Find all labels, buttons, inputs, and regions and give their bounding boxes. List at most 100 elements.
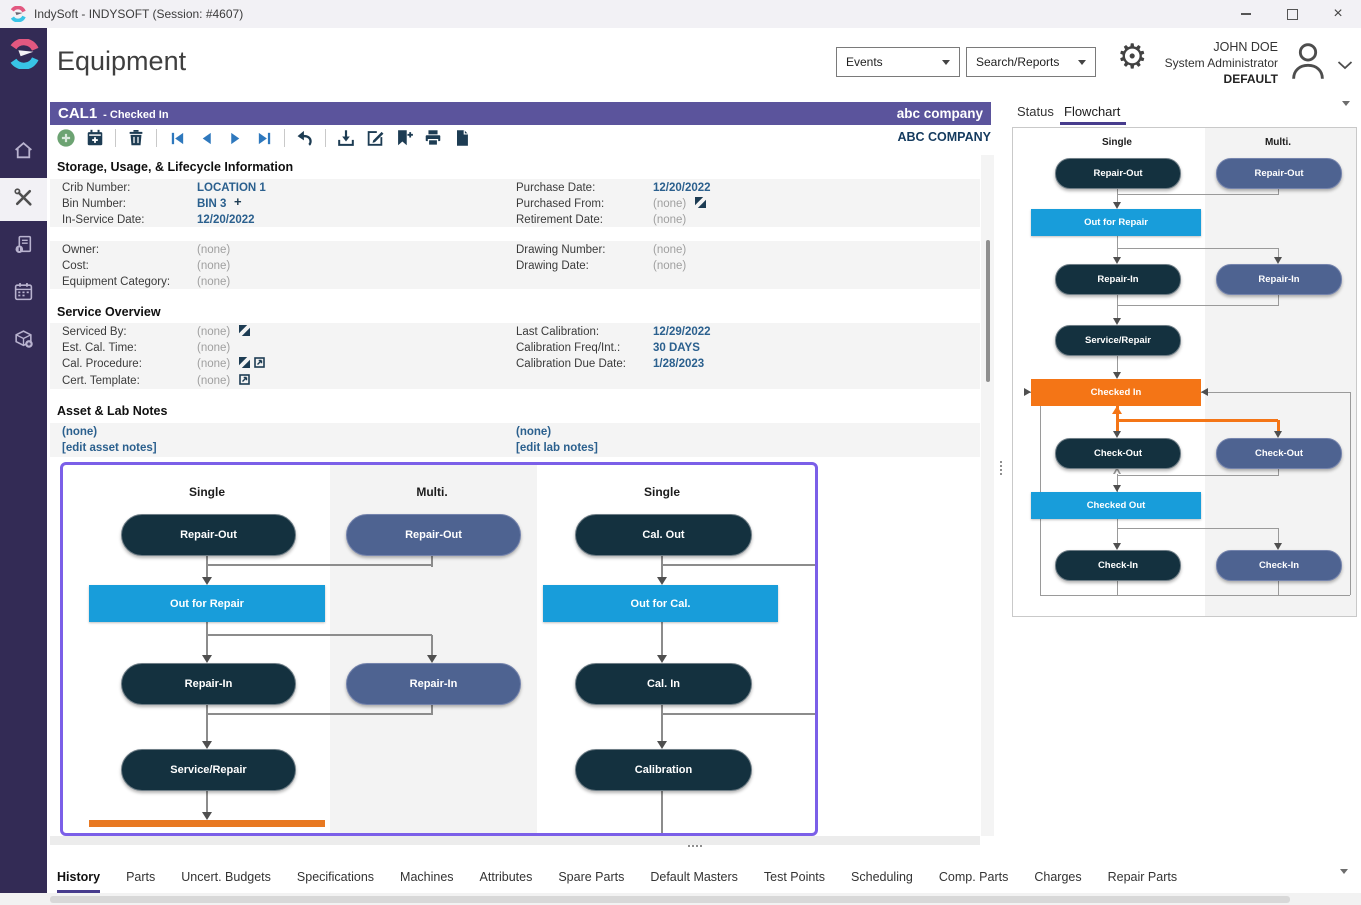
add-record-icon[interactable] <box>55 127 77 149</box>
node-check-in-single[interactable]: Check-In <box>1055 550 1181 581</box>
user-menu-chevron-icon[interactable] <box>1337 57 1353 75</box>
field-label: Calibration Due Date: <box>516 357 626 371</box>
tab-overflow-chevron-icon[interactable] <box>1340 869 1348 874</box>
purchased-from-value: (none) <box>653 197 686 211</box>
tab-specifications[interactable]: Specifications <box>297 862 374 890</box>
node-out-for-cal[interactable]: Out for Cal. <box>543 585 778 622</box>
tab-repair-parts[interactable]: Repair Parts <box>1108 862 1177 890</box>
tab-default-masters[interactable]: Default Masters <box>650 862 738 890</box>
connector-line <box>1278 528 1279 543</box>
node-out-for-repair[interactable]: Out for Repair <box>1031 209 1201 236</box>
open-document-icon[interactable] <box>239 374 250 385</box>
node-repair-in-multi[interactable]: Repair-In <box>346 663 521 705</box>
nav-last-icon[interactable] <box>253 127 275 149</box>
node-check-out-multi[interactable]: Check-Out <box>1216 438 1342 469</box>
goto-record-icon[interactable] <box>695 197 706 208</box>
print-icon[interactable] <box>422 127 444 149</box>
connector-line <box>1117 305 1278 306</box>
node-service-repair[interactable]: Service/Repair <box>1055 325 1181 356</box>
edit-lab-notes-link[interactable]: [edit lab notes] <box>516 441 598 455</box>
sidebar-item-parts[interactable] <box>0 319 47 362</box>
tab-uncert-budgets[interactable]: Uncert. Budgets <box>181 862 271 890</box>
node-repair-in-multi[interactable]: Repair-In <box>1216 264 1342 295</box>
node-repair-in-single[interactable]: Repair-In <box>1055 264 1181 295</box>
horizontal-scroll-strip[interactable] <box>50 836 980 845</box>
bin-number-value[interactable]: BIN 3 <box>197 197 226 211</box>
events-dropdown[interactable]: Events <box>836 47 960 77</box>
horizontal-splitter-handle[interactable] <box>688 845 690 847</box>
node-cal-out[interactable]: Cal. Out <box>575 514 752 556</box>
node-cal-in[interactable]: Cal. In <box>575 663 752 705</box>
panel-collapse-chevron-icon[interactable] <box>1342 101 1350 106</box>
node-checked-out[interactable]: Checked Out <box>1031 492 1201 519</box>
tab-history[interactable]: History <box>57 862 100 893</box>
avatar-icon[interactable] <box>1285 37 1331 88</box>
tab-scheduling[interactable]: Scheduling <box>851 862 913 890</box>
node-repair-out-multi[interactable]: Repair-Out <box>346 514 521 556</box>
tab-flowchart[interactable]: Flowchart <box>1064 104 1120 119</box>
open-document-icon[interactable] <box>254 357 265 368</box>
tab-charges[interactable]: Charges <box>1034 862 1081 890</box>
node-checked-in-current[interactable]: Checked In <box>1031 379 1201 406</box>
node-calibration[interactable]: Calibration <box>575 749 752 791</box>
tab-spare-parts[interactable]: Spare Parts <box>558 862 624 890</box>
field-label: Owner: <box>62 243 99 257</box>
in-service-date-value[interactable]: 12/20/2022 <box>197 213 255 227</box>
connector-arrow <box>657 577 667 585</box>
goto-record-icon[interactable] <box>239 325 250 336</box>
chevron-down-icon <box>1078 60 1086 65</box>
node-repair-in-single[interactable]: Repair-In <box>121 663 296 705</box>
connector-arrow <box>1113 431 1121 438</box>
crib-number-value[interactable]: LOCATION 1 <box>197 181 266 195</box>
tab-comp-parts[interactable]: Comp. Parts <box>939 862 1008 890</box>
calibration-freq-value[interactable]: 30 DAYS <box>653 341 700 355</box>
tab-parts[interactable]: Parts <box>126 862 155 890</box>
tab-status[interactable]: Status <box>1017 104 1054 119</box>
node-check-out-single[interactable]: Check-Out <box>1055 438 1181 469</box>
bottom-scrollbar-thumb[interactable] <box>50 896 1290 903</box>
node-out-for-repair[interactable]: Out for Repair <box>89 585 325 622</box>
sidebar-item-calendar[interactable] <box>0 272 47 315</box>
sidebar-item-home[interactable] <box>0 131 47 174</box>
goto-record-icon[interactable] <box>239 357 250 368</box>
asset-notes-value: (none) <box>62 425 97 439</box>
delete-icon[interactable] <box>125 127 147 149</box>
connector-line <box>1117 187 1118 202</box>
field-label: Last Calibration: <box>516 325 599 339</box>
add-bookmark-icon[interactable] <box>393 127 415 149</box>
nav-next-icon[interactable] <box>224 127 246 149</box>
node-repair-out-multi[interactable]: Repair-Out <box>1216 158 1342 189</box>
sidebar-item-tools[interactable] <box>0 178 47 221</box>
import-icon[interactable] <box>335 127 357 149</box>
node-repair-out-single[interactable]: Repair-Out <box>121 514 296 556</box>
new-document-icon[interactable] <box>451 127 473 149</box>
record-company: abc company <box>897 106 983 121</box>
nav-first-icon[interactable] <box>166 127 188 149</box>
undo-icon[interactable] <box>294 127 316 149</box>
purchase-date-value[interactable]: 12/20/2022 <box>653 181 711 195</box>
column-header-single: Single <box>157 485 257 499</box>
sidebar-item-invoices[interactable] <box>0 225 47 268</box>
last-calibration-value[interactable]: 12/29/2022 <box>653 325 711 339</box>
tab-test-points[interactable]: Test Points <box>764 862 825 890</box>
add-event-icon[interactable] <box>84 127 106 149</box>
column-header-multi: Multi. <box>1228 137 1328 148</box>
vertical-splitter-handle[interactable] <box>1000 461 1002 463</box>
minimize-button[interactable] <box>1223 0 1269 28</box>
close-button[interactable]: × <box>1315 0 1361 28</box>
edit-icon[interactable] <box>364 127 386 149</box>
node-repair-out-single[interactable]: Repair-Out <box>1055 158 1181 189</box>
vertical-scrollbar-thumb[interactable] <box>986 240 990 382</box>
tab-machines[interactable]: Machines <box>400 862 454 890</box>
tab-attributes[interactable]: Attributes <box>480 862 533 890</box>
connector-line <box>206 635 208 655</box>
maximize-button[interactable] <box>1269 0 1315 28</box>
node-service-repair[interactable]: Service/Repair <box>121 749 296 791</box>
add-bin-icon[interactable]: + <box>234 196 242 208</box>
node-check-in-multi[interactable]: Check-In <box>1216 550 1342 581</box>
nav-previous-icon[interactable] <box>195 127 217 149</box>
search-reports-dropdown[interactable]: Search/Reports <box>966 47 1096 77</box>
connector-arrow <box>202 577 212 585</box>
calibration-due-date-value[interactable]: 1/28/2023 <box>653 357 704 371</box>
edit-asset-notes-link[interactable]: [edit asset notes] <box>62 441 157 455</box>
